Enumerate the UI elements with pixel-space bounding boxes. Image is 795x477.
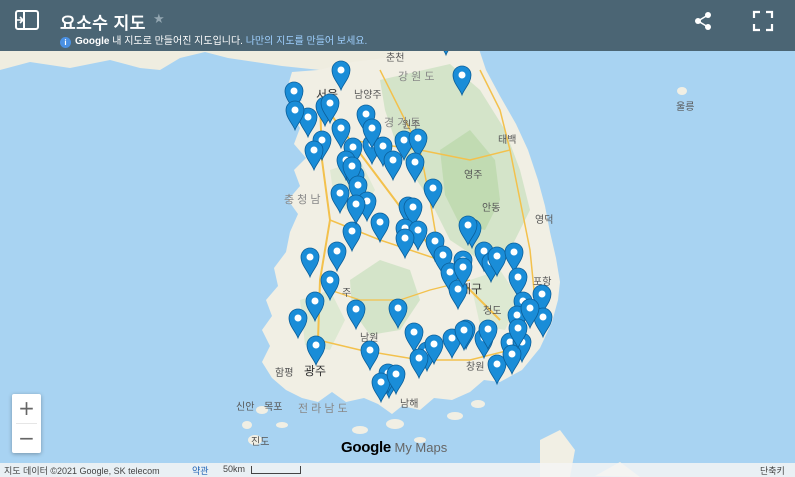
label-yeongdeok: 영덕 [535, 214, 553, 226]
label-yeongju: 영주 [464, 169, 482, 181]
create-map-link[interactable]: 나만의 지도를 만들어 보세요. [246, 36, 368, 47]
info-icon: i [60, 37, 71, 48]
label-ulleung: 울릉 [676, 101, 694, 113]
map-title: 요소수 지도 [60, 14, 146, 33]
open-legend-icon[interactable] [14, 9, 42, 31]
label-changwon: 창원 [466, 361, 484, 373]
map-canvas[interactable]: 춘천 강 원 도 서울 남양주 울릉 원주 태백 경 기 도 충 청 남 영주 … [0, 0, 795, 477]
google-logo: Google [341, 439, 391, 456]
label-chuncheon: 춘천 [386, 52, 404, 64]
label-gangwon: 강 원 도 [398, 70, 434, 83]
label-gwangju: 광주 [304, 364, 326, 378]
zoom-control: + − [12, 394, 41, 453]
map-subtitle: i Google 내 지도로 만들어진 지도입니다. 나만의 지도를 만들어 보세… [60, 32, 367, 48]
scale-label[interactable]: 50km [223, 464, 245, 474]
keyboard-shortcuts-link[interactable]: 단축키 [760, 464, 785, 477]
fullscreen-icon[interactable] [752, 10, 774, 32]
map-viewport[interactable]: 춘천 강 원 도 서울 남양주 울릉 원주 태백 경 기 도 충 청 남 영주 … [0, 0, 795, 477]
scale-bar [251, 466, 301, 474]
label-cheongdo: 청도 [483, 305, 501, 317]
label-jeonnam: 전 라 남 도 [298, 402, 348, 415]
label-sinan: 신안 [236, 401, 254, 413]
label-taebaek: 태백 [498, 134, 516, 146]
label-namhae: 남해 [400, 397, 418, 410]
label-mokpo: 목포 [264, 401, 282, 413]
subtitle-brand: Google [75, 36, 110, 47]
label-namyangju: 남양주 [354, 89, 382, 101]
label-jindo: 진도 [251, 436, 269, 448]
star-icon[interactable]: ★ [153, 11, 165, 27]
label-gyeonggi: 경 기 도 [384, 116, 420, 129]
terms-link[interactable]: 약관 [192, 464, 209, 477]
subtitle-text: 내 지도로 만들어진 지도입니다. [109, 36, 243, 47]
map-footer: 지도 데이터 ©2021 Google, SK telecom 약관 50km … [0, 463, 795, 477]
share-icon[interactable] [692, 10, 714, 32]
label-hampyeong: 함평 [275, 367, 293, 379]
zoom-out-button[interactable]: − [12, 424, 41, 453]
mymaps-label: My Maps [390, 440, 448, 455]
label-jeonju: 주 [342, 288, 351, 299]
label-chungbuk: 충 청 남 [284, 193, 320, 206]
map-header: 요소수 지도 ★ i Google 내 지도로 만들어진 지도입니다. 나만의 지… [0, 0, 795, 51]
label-andong: 안동 [482, 202, 500, 214]
map-attribution: 지도 데이터 ©2021 Google, SK telecom [4, 466, 160, 476]
google-my-maps-logo: Google My Maps [341, 439, 447, 456]
zoom-in-button[interactable]: + [12, 394, 41, 423]
